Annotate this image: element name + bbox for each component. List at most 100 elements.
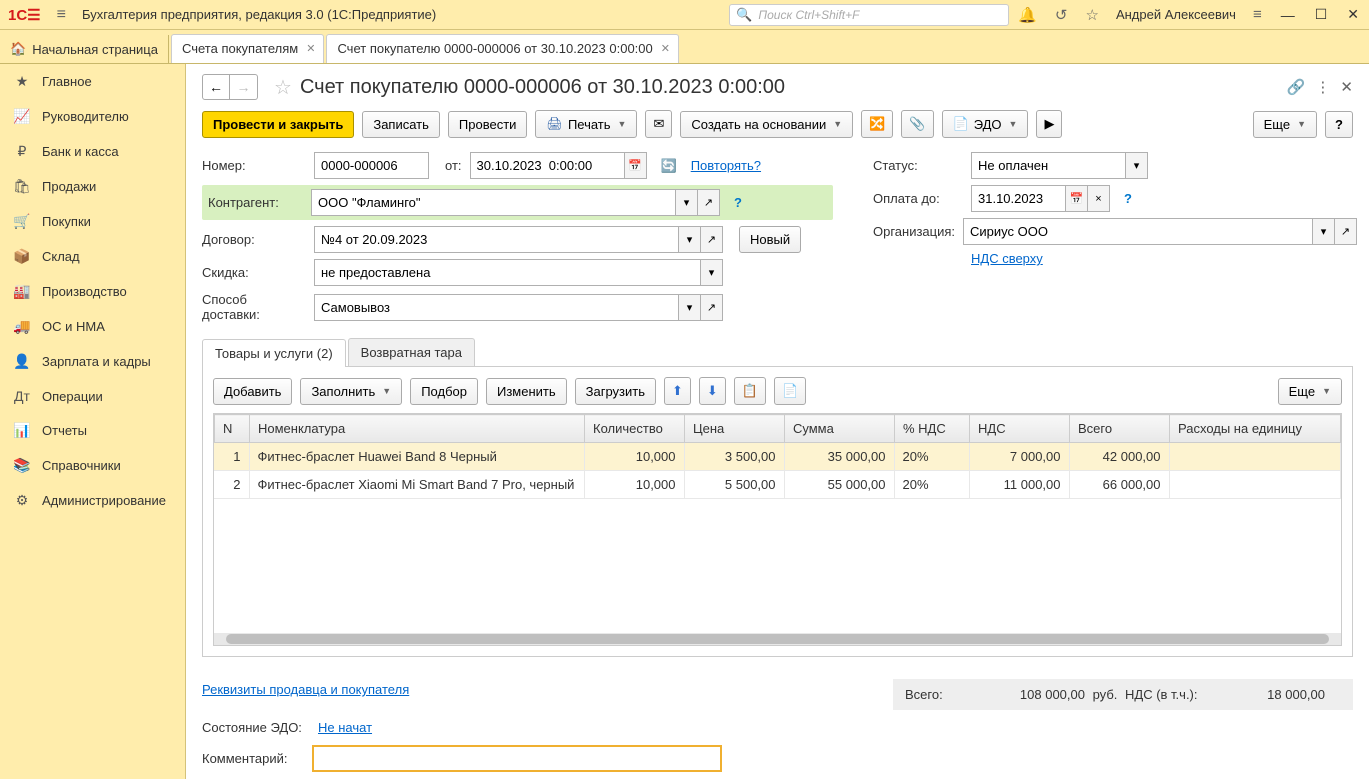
col-nom[interactable]: Номенклатура bbox=[250, 415, 585, 443]
sidebar-item-operations[interactable]: ДтОперации bbox=[0, 379, 185, 413]
more-button[interactable]: Еще▼ bbox=[1253, 111, 1317, 138]
col-sum[interactable]: Сумма bbox=[785, 415, 895, 443]
date-input[interactable] bbox=[470, 152, 625, 179]
maximize-button[interactable]: ☐ bbox=[1305, 6, 1338, 23]
search-input[interactable] bbox=[758, 8, 998, 22]
open-button[interactable]: ↗ bbox=[701, 294, 723, 321]
structure-button[interactable]: 🔀 bbox=[861, 110, 893, 138]
number-input[interactable] bbox=[314, 152, 429, 179]
help-button[interactable]: ? bbox=[1325, 111, 1353, 138]
col-exp[interactable]: Расходы на единицу bbox=[1170, 415, 1341, 443]
home-tab[interactable]: 🏠 Начальная страница bbox=[0, 35, 169, 63]
calendar-button[interactable]: 📅 bbox=[1066, 185, 1088, 212]
settings-icon[interactable]: ≡ bbox=[1244, 6, 1271, 23]
skidka-input[interactable] bbox=[314, 259, 701, 286]
edo-state-link[interactable]: Не начат bbox=[318, 720, 372, 735]
tab-goods[interactable]: Товары и услуги (2) bbox=[202, 339, 346, 367]
col-nds[interactable]: НДС bbox=[970, 415, 1070, 443]
history-icon[interactable]: ↺ bbox=[1046, 6, 1077, 24]
dropdown-button[interactable]: ▾ bbox=[701, 259, 723, 286]
col-n[interactable]: N bbox=[215, 415, 250, 443]
help-icon[interactable]: ? bbox=[734, 195, 742, 210]
clear-button[interactable]: × bbox=[1088, 185, 1110, 212]
tab-invoices[interactable]: Счета покупателям ✕ bbox=[171, 34, 324, 63]
dogovor-input[interactable] bbox=[314, 226, 679, 253]
new-button[interactable]: Новый bbox=[739, 226, 801, 253]
sidebar-item-sales[interactable]: 🛍Продажи bbox=[0, 169, 185, 204]
delivery-input[interactable] bbox=[314, 294, 679, 321]
open-button[interactable]: ↗ bbox=[698, 189, 720, 216]
add-button[interactable]: Добавить bbox=[213, 378, 292, 405]
star-icon[interactable]: ☆ bbox=[1076, 6, 1107, 24]
write-button[interactable]: Записать bbox=[362, 111, 440, 138]
sidebar-item-reports[interactable]: 📊Отчеты bbox=[0, 413, 185, 448]
repeat-link[interactable]: Повторять? bbox=[691, 158, 761, 173]
load-button[interactable]: Загрузить bbox=[575, 378, 656, 405]
play-button[interactable]: ▶ bbox=[1036, 110, 1062, 138]
email-button[interactable]: ✉ bbox=[645, 110, 672, 138]
dropdown-button[interactable]: ▾ bbox=[676, 189, 698, 216]
sidebar-item-main[interactable]: ★Главное bbox=[0, 64, 185, 99]
refresh-icon[interactable]: 🔄 bbox=[661, 158, 677, 174]
table-row[interactable]: 2 Фитнес-браслет Xiaomi Mi Smart Band 7 … bbox=[214, 471, 1341, 499]
nav-back-button[interactable]: ← bbox=[202, 74, 230, 100]
col-price[interactable]: Цена bbox=[685, 415, 785, 443]
tab-invoice-doc[interactable]: Счет покупателю 0000-000006 от 30.10.202… bbox=[326, 34, 679, 63]
move-up-button[interactable]: ⬆ bbox=[664, 377, 691, 405]
minimize-button[interactable]: — bbox=[1271, 7, 1305, 23]
create-based-button[interactable]: Создать на основании▼ bbox=[680, 111, 853, 138]
dropdown-button[interactable]: ▾ bbox=[679, 294, 701, 321]
attach-button[interactable]: 📎 bbox=[901, 110, 933, 138]
more-button[interactable]: Еще▼ bbox=[1278, 378, 1342, 405]
print-button[interactable]: 🖨Печать▼ bbox=[535, 110, 637, 138]
pick-button[interactable]: Подбор bbox=[410, 378, 478, 405]
horizontal-scrollbar[interactable] bbox=[214, 633, 1341, 645]
fill-button[interactable]: Заполнить▼ bbox=[300, 378, 402, 405]
move-down-button[interactable]: ⬇ bbox=[699, 377, 726, 405]
items-grid[interactable]: N Номенклатура Количество Цена Сумма % Н… bbox=[213, 413, 1342, 646]
nds-link[interactable]: НДС сверху bbox=[971, 251, 1043, 266]
dropdown-button[interactable]: ▾ bbox=[679, 226, 701, 253]
close-icon[interactable]: ✕ bbox=[306, 42, 315, 55]
search-box[interactable]: 🔍 bbox=[729, 4, 1009, 26]
payuntil-input[interactable] bbox=[971, 185, 1066, 212]
post-button[interactable]: Провести bbox=[448, 111, 528, 138]
copy-button[interactable]: 📋 bbox=[734, 377, 766, 405]
sidebar-item-assets[interactable]: 🚚ОС и НМА bbox=[0, 309, 185, 344]
close-icon[interactable]: ✕ bbox=[661, 42, 670, 55]
comment-input[interactable] bbox=[312, 745, 722, 772]
sidebar-item-refs[interactable]: 📚Справочники bbox=[0, 448, 185, 483]
sidebar-item-production[interactable]: 🏭Производство bbox=[0, 274, 185, 309]
post-close-button[interactable]: Провести и закрыть bbox=[202, 111, 354, 138]
requisites-link[interactable]: Реквизиты продавца и покупателя bbox=[202, 682, 409, 697]
sidebar-item-bank[interactable]: ₽Банк и касса bbox=[0, 134, 185, 169]
status-input[interactable] bbox=[971, 152, 1126, 179]
open-button[interactable]: ↗ bbox=[701, 226, 723, 253]
calendar-button[interactable]: 📅 bbox=[625, 152, 647, 179]
tab-return[interactable]: Возвратная тара bbox=[348, 338, 475, 366]
user-name[interactable]: Андрей Алексеевич bbox=[1108, 7, 1244, 22]
sidebar-item-manager[interactable]: 📈Руководителю bbox=[0, 99, 185, 134]
change-button[interactable]: Изменить bbox=[486, 378, 567, 405]
open-button[interactable]: ↗ bbox=[1335, 218, 1357, 245]
close-button[interactable]: ✕ bbox=[1337, 6, 1369, 23]
hamburger-icon[interactable]: ≡ bbox=[49, 6, 74, 24]
sidebar-item-purchases[interactable]: 🛒Покупки bbox=[0, 204, 185, 239]
kebab-icon[interactable]: ⋮ bbox=[1315, 78, 1330, 96]
favorite-icon[interactable]: ☆ bbox=[274, 75, 292, 100]
col-vat[interactable]: % НДС bbox=[895, 415, 970, 443]
kontragent-input[interactable] bbox=[311, 189, 676, 216]
dropdown-button[interactable]: ▾ bbox=[1126, 152, 1148, 179]
col-total[interactable]: Всего bbox=[1070, 415, 1170, 443]
col-qty[interactable]: Количество bbox=[585, 415, 685, 443]
edo-button[interactable]: 📄ЭДО▼ bbox=[942, 110, 1029, 138]
org-input[interactable] bbox=[963, 218, 1313, 245]
bell-icon[interactable]: 🔔 bbox=[1009, 6, 1046, 24]
dropdown-button[interactable]: ▾ bbox=[1313, 218, 1335, 245]
link-icon[interactable]: 🔗 bbox=[1287, 78, 1306, 96]
table-row[interactable]: 1 Фитнес-браслет Huawei Band 8 Черный 10… bbox=[214, 443, 1341, 471]
nav-forward-button[interactable]: → bbox=[230, 74, 258, 100]
sidebar-item-hr[interactable]: 👤Зарплата и кадры bbox=[0, 344, 185, 379]
sidebar-item-stock[interactable]: 📦Склад bbox=[0, 239, 185, 274]
paste-button[interactable]: 📄 bbox=[774, 377, 806, 405]
